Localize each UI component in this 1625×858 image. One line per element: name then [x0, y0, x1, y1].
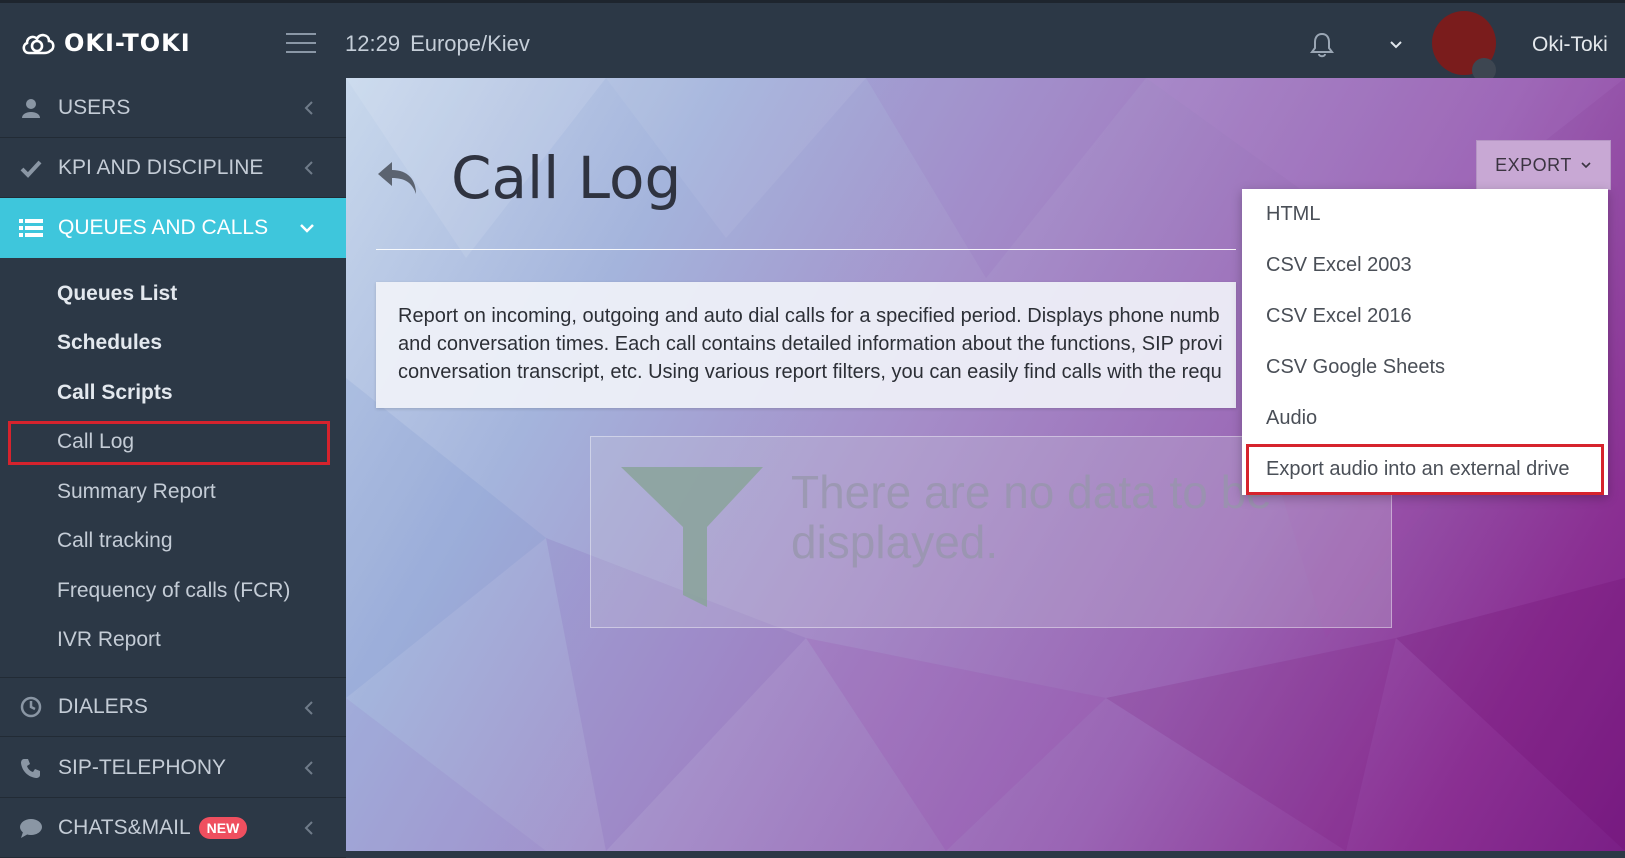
sidebar-item-label: QUEUES AND CALLS: [58, 216, 269, 239]
description-line: and conversation times. Each call contai…: [398, 333, 1223, 355]
clock: 12:29 Europe/Kiev: [345, 31, 530, 57]
description-line: Report on incoming, outgoing and auto di…: [398, 305, 1220, 327]
check-icon: [18, 155, 44, 181]
sidebar-subitem-call-scripts[interactable]: Call Scripts: [57, 381, 173, 405]
description-line: conversation transcript, etc. Using vari…: [398, 361, 1222, 383]
chevron-left-icon: [304, 161, 313, 175]
sidebar-item-label: DIALERS: [58, 695, 148, 718]
sidebar-subitem-schedules[interactable]: Schedules: [57, 331, 162, 355]
export-dropdown-menu: HTML CSV Excel 2003 CSV Excel 2016 CSV G…: [1242, 189, 1608, 495]
new-badge: NEW: [198, 816, 248, 839]
list-icon: [18, 215, 44, 241]
export-label: EXPORT: [1495, 154, 1572, 175]
report-description: Report on incoming, outgoing and auto di…: [376, 282, 1236, 408]
sidebar: USERS KPI AND DISCIPLINE QUEUES AND CALL…: [0, 78, 346, 858]
chevron-left-icon: [304, 101, 313, 115]
sidebar-item-users[interactable]: USERS: [0, 78, 346, 138]
chat-icon: [18, 815, 44, 841]
export-option-audio[interactable]: Audio: [1242, 393, 1608, 444]
export-option-html[interactable]: HTML: [1242, 189, 1608, 240]
chevron-down-icon: [1581, 162, 1591, 169]
export-option-external-drive[interactable]: Export audio into an external drive: [1246, 444, 1604, 495]
logo[interactable]: OKI-TOKI: [20, 29, 191, 57]
sidebar-item-label: CHATS&MAIL: [58, 815, 191, 839]
current-time: 12:29: [345, 31, 401, 56]
chevron-down-icon: [300, 224, 314, 233]
timezone: Europe/Kiev: [410, 31, 530, 56]
clock-icon: [18, 694, 44, 720]
sidebar-item-chats-mail[interactable]: CHATS&MAIL NEW: [0, 798, 346, 858]
sidebar-subitem-fcr[interactable]: Frequency of calls (FCR): [57, 579, 290, 603]
filter-icon: [621, 467, 763, 607]
empty-message-line: There are no data to be: [791, 466, 1272, 518]
export-option-csv-excel-2003[interactable]: CSV Excel 2003: [1242, 240, 1608, 291]
export-button[interactable]: EXPORT: [1476, 140, 1611, 190]
menu-toggle-button[interactable]: [286, 33, 316, 53]
sidebar-subitem-ivr-report[interactable]: IVR Report: [57, 628, 161, 652]
top-bar: OKI-TOKI 12:29 Europe/Kiev Oki-Toki: [0, 0, 1625, 82]
empty-message: There are no data to be displayed.: [791, 467, 1311, 567]
user-icon: [18, 95, 44, 121]
back-arrow-icon[interactable]: [374, 158, 422, 198]
chevron-down-icon[interactable]: [1388, 37, 1404, 53]
title-divider: [376, 249, 1236, 250]
empty-message-line: displayed.: [791, 516, 999, 568]
phone-icon: [18, 755, 44, 781]
username[interactable]: Oki-Toki: [1532, 33, 1608, 57]
sidebar-item-kpi[interactable]: KPI AND DISCIPLINE: [0, 138, 346, 198]
sidebar-subitem-queues-list[interactable]: Queues List: [57, 282, 177, 306]
notification-bell-icon[interactable]: [1308, 31, 1336, 59]
sidebar-item-dialers[interactable]: DIALERS: [0, 677, 346, 737]
brand-name: OKI-TOKI: [64, 29, 191, 57]
sidebar-item-sip-telephony[interactable]: SIP-TELEPHONY: [0, 738, 346, 798]
sidebar-item-label: USERS: [58, 95, 131, 119]
sidebar-item-label: SIP-TELEPHONY: [58, 755, 227, 779]
chevron-left-icon: [304, 761, 313, 775]
sidebar-item-queues-and-calls[interactable]: QUEUES AND CALLS: [0, 198, 346, 258]
export-option-csv-google-sheets[interactable]: CSV Google Sheets: [1242, 342, 1608, 393]
export-option-csv-excel-2016[interactable]: CSV Excel 2016: [1242, 291, 1608, 342]
cloud-logo-icon: [22, 33, 55, 55]
sidebar-subitem-call-tracking[interactable]: Call tracking: [57, 529, 173, 553]
chevron-left-icon: [304, 701, 313, 715]
sidebar-subitem-call-log[interactable]: Call Log: [57, 430, 134, 454]
sidebar-subitem-summary-report[interactable]: Summary Report: [57, 480, 216, 504]
page-title: Call Log: [451, 144, 682, 212]
chevron-left-icon: [304, 821, 313, 835]
sidebar-item-label: KPI AND DISCIPLINE: [58, 155, 264, 179]
